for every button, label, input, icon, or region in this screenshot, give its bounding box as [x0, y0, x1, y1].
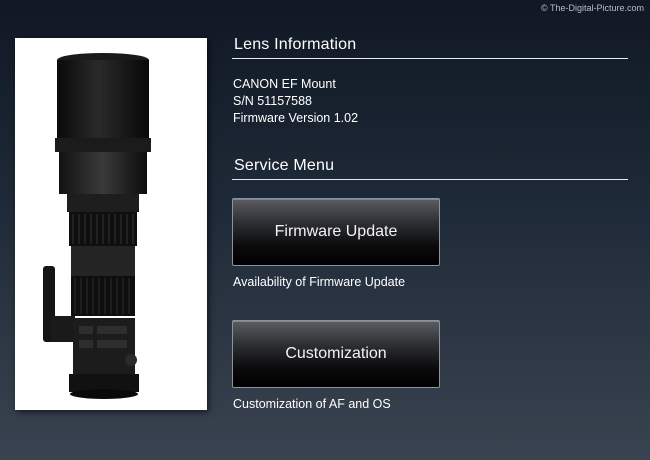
customization-button[interactable]: Customization [232, 320, 440, 388]
customization-description: Customization of AF and OS [233, 397, 391, 411]
firmware-update-button[interactable]: Firmware Update [232, 198, 440, 266]
lens-product-image [15, 38, 207, 410]
lens-information-heading: Lens Information [234, 36, 357, 53]
copyright-watermark: © The-Digital-Picture.com [541, 3, 644, 13]
serial-number-text: S/N 51157588 [233, 94, 312, 108]
service-menu-heading: Service Menu [234, 157, 335, 174]
firmware-version-text: Firmware Version 1.02 [233, 111, 359, 125]
customization-button-label: Customization [285, 345, 387, 362]
lens-information-divider [232, 58, 628, 59]
firmware-update-description: Availability of Firmware Update [233, 275, 406, 289]
service-menu-divider [232, 179, 628, 180]
lens-mount-text: CANON EF Mount [233, 77, 336, 91]
telephoto-lens-illustration [43, 53, 151, 399]
firmware-update-button-label: Firmware Update [274, 223, 398, 240]
